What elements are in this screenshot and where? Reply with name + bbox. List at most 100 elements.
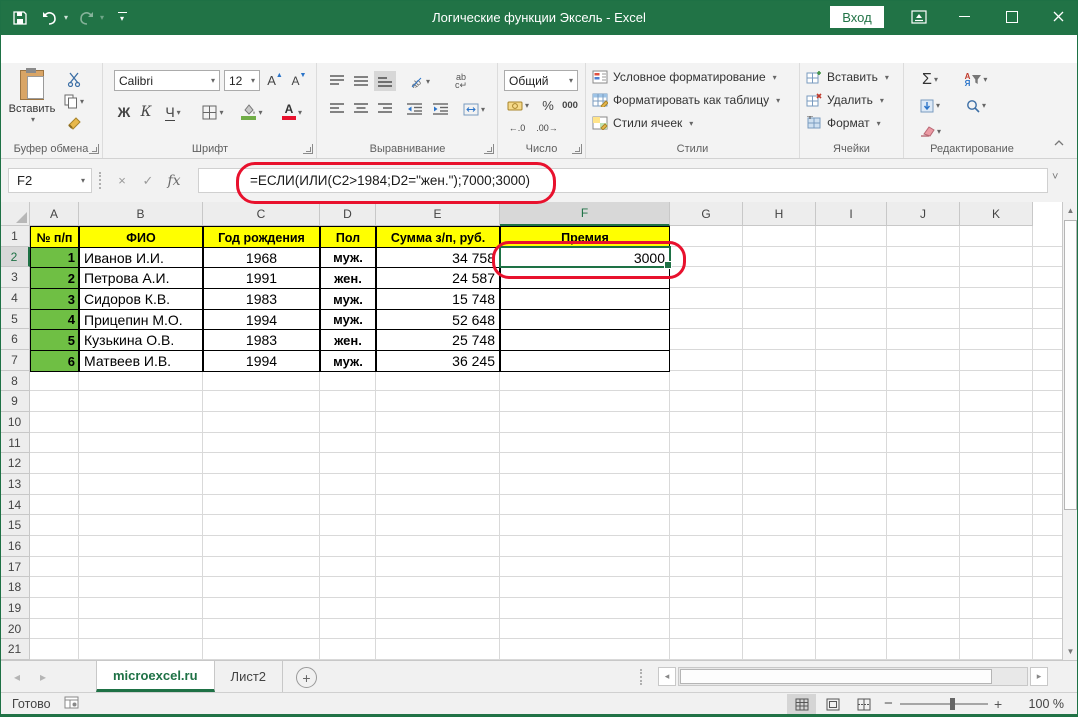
cell-B6[interactable]: Кузькина О.В.: [79, 329, 203, 351]
clear-button[interactable]: ▾: [912, 121, 948, 141]
undo-dropdown-icon[interactable]: ▾: [64, 13, 68, 22]
autosum-button[interactable]: Σ▾: [912, 69, 948, 90]
cell-F6[interactable]: [500, 329, 670, 351]
row-header-4[interactable]: 4: [0, 288, 30, 309]
cell-C6[interactable]: 1983: [203, 329, 320, 351]
column-header-D[interactable]: D: [320, 202, 376, 226]
cell-E5[interactable]: 52 648: [376, 309, 500, 330]
cell-C3[interactable]: 1991: [203, 267, 320, 289]
row-header-21[interactable]: 21: [0, 639, 30, 660]
cell-D7[interactable]: муж.: [320, 350, 376, 372]
horizontal-scroll-thumb[interactable]: [680, 669, 992, 684]
sort-filter-button[interactable]: АЯ ▾: [956, 69, 996, 90]
cell-E3[interactable]: 24 587: [376, 267, 500, 289]
bold-button[interactable]: Ж: [114, 101, 134, 123]
cell-B5[interactable]: Прицепин М.О.: [79, 309, 203, 330]
cell-B4[interactable]: Сидоров К.В.: [79, 288, 203, 310]
underline-button[interactable]: Ч▾: [158, 101, 188, 123]
row-header-18[interactable]: 18: [0, 577, 30, 598]
wrap-text-button[interactable]: abc↵: [446, 69, 476, 93]
hscroll-left-icon[interactable]: ◂: [658, 667, 676, 686]
cell-D3[interactable]: жен.: [320, 267, 376, 289]
percent-format-button[interactable]: %: [538, 96, 558, 115]
row-header-20[interactable]: 20: [0, 619, 30, 639]
cell-E2[interactable]: 34 758: [376, 247, 500, 268]
row-header-9[interactable]: 9: [0, 391, 30, 412]
cancel-entry-icon[interactable]: ×: [110, 168, 134, 193]
paste-button[interactable]: Вставить ▾: [8, 68, 56, 138]
column-header-F[interactable]: F: [500, 202, 670, 226]
enter-entry-icon[interactable]: ✓: [136, 168, 160, 193]
row-header-14[interactable]: 14: [0, 495, 30, 515]
maximize-button[interactable]: [992, 0, 1032, 33]
view-normal-button[interactable]: [787, 694, 816, 714]
sheet-nav-right-icon[interactable]: ▸: [40, 670, 46, 684]
row-header-13[interactable]: 13: [0, 474, 30, 495]
decrease-decimal-button[interactable]: .00→: [534, 119, 560, 137]
hscroll-resize-handle[interactable]: [640, 669, 642, 685]
row-header-15[interactable]: 15: [0, 515, 30, 536]
insert-cells-button[interactable]: Вставить▾: [806, 70, 889, 84]
cell-F3[interactable]: [500, 267, 670, 289]
column-header-I[interactable]: I: [816, 202, 887, 226]
align-top-button[interactable]: [326, 71, 348, 91]
find-select-button[interactable]: ▾: [956, 95, 996, 116]
number-dialog-launcher-icon[interactable]: [572, 144, 582, 154]
orientation-button[interactable]: ab ▾: [404, 71, 436, 91]
cell-E6[interactable]: 25 748: [376, 329, 500, 351]
cell-B3[interactable]: Петрова А.И.: [79, 267, 203, 289]
ribbon-display-options-icon[interactable]: [902, 6, 936, 28]
align-center-button[interactable]: [350, 99, 372, 119]
fill-button[interactable]: ▾: [912, 95, 948, 116]
shrink-font-button[interactable]: А▼: [288, 70, 310, 91]
zoom-slider-thumb[interactable]: [950, 698, 955, 710]
macro-record-icon[interactable]: [64, 696, 79, 709]
column-header-K[interactable]: K: [960, 202, 1033, 226]
format-as-table-button[interactable]: Форматировать как таблицу▾: [592, 93, 780, 107]
cell-F5[interactable]: [500, 309, 670, 330]
row-header-10[interactable]: 10: [0, 412, 30, 433]
vertical-scroll-thumb[interactable]: [1064, 220, 1077, 510]
row-header-6[interactable]: 6: [0, 329, 30, 350]
row-header-12[interactable]: 12: [0, 453, 30, 474]
align-right-button[interactable]: [374, 99, 396, 119]
scroll-down-icon[interactable]: ▼: [1063, 643, 1078, 660]
cell-D5[interactable]: муж.: [320, 309, 376, 330]
sheet-tab-microexcel-ru[interactable]: microexcel.ru: [96, 661, 215, 692]
zoom-in-button[interactable]: +: [994, 693, 1002, 714]
name-box[interactable]: F2 ▾: [8, 168, 92, 193]
column-header-B[interactable]: B: [79, 202, 203, 226]
fill-handle[interactable]: [664, 261, 672, 269]
currency-format-button[interactable]: ▾: [503, 96, 533, 115]
collapse-ribbon-icon[interactable]: [1050, 135, 1068, 151]
formula-bar-expand-icon[interactable]: ˅: [1052, 171, 1058, 183]
align-middle-button[interactable]: [350, 71, 372, 91]
cell-A2[interactable]: 1: [30, 247, 79, 268]
cell-B2[interactable]: Иванов И.И.: [79, 247, 203, 268]
alignment-dialog-launcher-icon[interactable]: [484, 144, 494, 154]
copy-button[interactable]: ▾: [62, 91, 86, 111]
comma-format-button[interactable]: 000: [558, 96, 582, 115]
cell-F4[interactable]: [500, 288, 670, 310]
horizontal-scrollbar[interactable]: [678, 667, 1028, 686]
font-dialog-launcher-icon[interactable]: [303, 144, 313, 154]
cell-C2[interactable]: 1968: [203, 247, 320, 268]
cell-A3[interactable]: 2: [30, 267, 79, 289]
sheet-tab-лист2[interactable]: Лист2: [215, 661, 283, 692]
vertical-scrollbar[interactable]: ▲ ▼: [1062, 202, 1078, 660]
font-color-button[interactable]: А ▾: [274, 101, 310, 123]
number-format-select[interactable]: Общий ▾: [504, 70, 578, 91]
format-cells-button[interactable]: Формат▾: [806, 116, 881, 130]
minimize-button[interactable]: [944, 0, 984, 33]
merge-center-button[interactable]: ▾: [458, 99, 490, 119]
font-size-select[interactable]: 12 ▾: [224, 70, 260, 91]
sign-in-button[interactable]: Вход: [830, 6, 884, 28]
conditional-formatting-button[interactable]: Условное форматирование▾: [592, 70, 777, 84]
view-page-layout-button[interactable]: [818, 694, 847, 714]
format-painter-button[interactable]: [62, 113, 86, 133]
cell-E4[interactable]: 15 748: [376, 288, 500, 310]
row-header-3[interactable]: 3: [0, 267, 30, 288]
row-header-16[interactable]: 16: [0, 536, 30, 557]
cell-D6[interactable]: жен.: [320, 329, 376, 351]
cell-F7[interactable]: [500, 350, 670, 372]
